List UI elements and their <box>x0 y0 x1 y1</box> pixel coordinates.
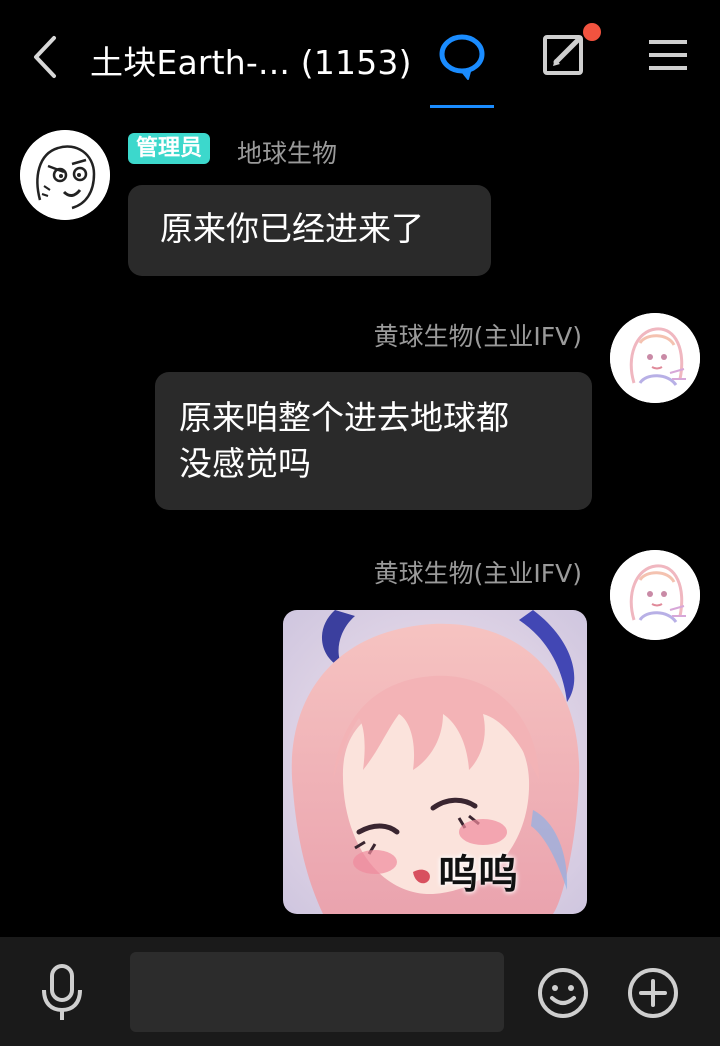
sender-name: 黄球生物(主业IFV) <box>373 559 582 588</box>
message-text: 原来你已经进来了 <box>160 209 424 248</box>
notification-dot <box>583 23 601 41</box>
sticker-image <box>283 610 587 914</box>
admin-badge: 管理员 <box>128 133 211 164</box>
message-bubble[interactable]: 原来咱整个进去地球都 没感觉吗 <box>155 372 592 510</box>
microphone-icon[interactable] <box>38 962 86 1022</box>
sender-name: 地球生物 <box>237 139 338 168</box>
active-tab-indicator <box>430 105 494 108</box>
sender-name: 黄球生物(主业IFV) <box>373 322 582 351</box>
menu-icon <box>649 40 687 70</box>
chat-title: 土块Earth-... (1153) <box>90 43 412 82</box>
avatar[interactable] <box>610 550 700 640</box>
plus-icon[interactable] <box>626 966 680 1020</box>
back-icon[interactable] <box>28 34 68 80</box>
image-caption: 呜呜 <box>438 852 518 898</box>
top-bar: 土块Earth-... (1153) <box>0 0 720 110</box>
avatar[interactable] <box>20 130 110 220</box>
message-bubble[interactable]: 原来你已经进来了 <box>128 185 491 276</box>
message-text-line: 原来咱整个进去地球都 <box>179 398 509 437</box>
image-message[interactable]: 呜呜 <box>283 610 587 914</box>
message-input[interactable] <box>130 952 504 1032</box>
emoji-icon[interactable] <box>536 966 590 1020</box>
menu-button[interactable] <box>645 36 691 76</box>
avatar[interactable] <box>610 313 700 403</box>
tab-chat[interactable] <box>430 28 494 108</box>
message-text-line: 没感觉吗 <box>179 444 311 483</box>
chat-bubble-icon <box>439 34 485 80</box>
